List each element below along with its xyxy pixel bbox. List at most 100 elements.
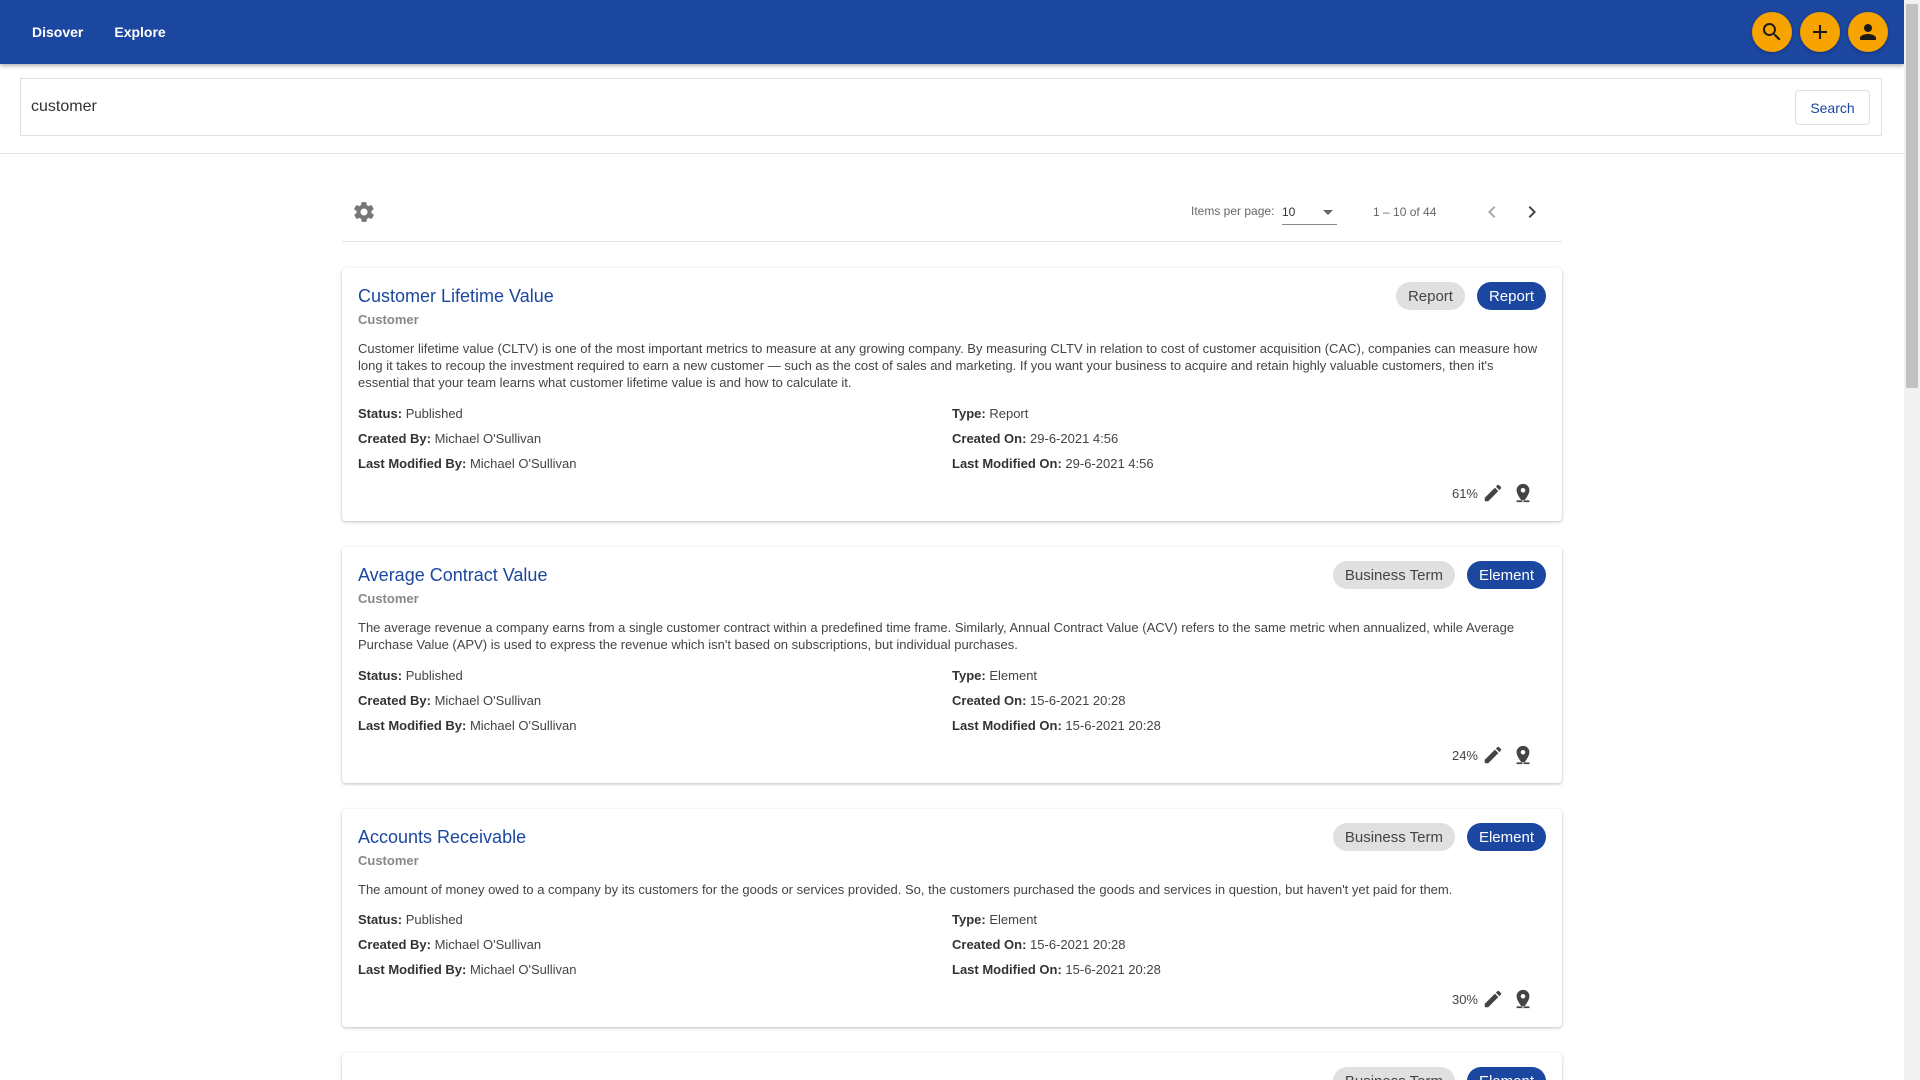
- type-value: Element: [989, 668, 1038, 683]
- meta-row: Last Modified By: Michael O'Sullivan Las…: [358, 958, 1548, 983]
- meta-row: Last Modified By: Michael O'Sullivan Las…: [358, 452, 1548, 477]
- meta-row: Status: Published Type: Element: [358, 664, 1548, 689]
- created-by-label: Created By:: [358, 693, 431, 708]
- type-chip: Element: [1466, 1067, 1546, 1080]
- add-icon: [1813, 25, 1827, 39]
- type-value: Report: [989, 406, 1029, 421]
- items-per-page-select[interactable]: 10: [1282, 203, 1337, 225]
- result-card: Customer Lifetime Value Customer Report …: [342, 268, 1562, 521]
- chevron-right-icon: [1528, 206, 1536, 218]
- last-modified-by-value: Michael O'Sullivan: [469, 962, 577, 977]
- created-on-value: 29-6-2021 4:56: [1030, 431, 1119, 446]
- account-button[interactable]: [1848, 12, 1888, 52]
- last-modified-on-value: 29-6-2021 4:56: [1065, 456, 1154, 471]
- edit-icon[interactable]: [1482, 482, 1504, 504]
- result-chips: Report Report: [1395, 282, 1546, 310]
- created-by-value: Michael O'Sullivan: [434, 431, 542, 446]
- category-chip: Business Term: [1332, 823, 1455, 851]
- created-by-value: Michael O'Sullivan: [434, 937, 542, 952]
- results-panel: Items per page: 10 1 – 10 of 44 Customer…: [342, 190, 1562, 1080]
- result-meta: Status: Published Type: Report Created B…: [358, 402, 1548, 477]
- category-chip: Business Term: [1332, 561, 1455, 589]
- search-submit-button[interactable]: Search: [1795, 90, 1870, 125]
- edit-icon[interactable]: [1482, 744, 1504, 766]
- type-label: Type:: [952, 912, 986, 927]
- location-pin-icon[interactable]: [1512, 482, 1534, 504]
- result-subtitle: Customer: [358, 312, 419, 327]
- edit-icon[interactable]: [1482, 988, 1504, 1010]
- result-footer: 30%: [1452, 988, 1534, 1010]
- search-button[interactable]: [1752, 12, 1792, 52]
- results-toolbar: Items per page: 10 1 – 10 of 44: [342, 190, 1562, 242]
- nav-explore[interactable]: Explore: [114, 24, 165, 40]
- quality-score: 30%: [1451, 991, 1478, 1007]
- search-area: Search: [0, 64, 1904, 154]
- last-modified-by-label: Last Modified By:: [358, 962, 467, 977]
- result-description: Customer lifetime value (CLTV) is one of…: [358, 341, 1538, 390]
- quality-score: 61%: [1451, 485, 1478, 501]
- result-meta: Status: Published Type: Element Created …: [358, 908, 1548, 983]
- result-card: Average Contract Value Customer Business…: [342, 547, 1562, 783]
- status-value: Published: [405, 668, 463, 683]
- meta-row: Status: Published Type: Element: [358, 908, 1548, 933]
- nav-discover[interactable]: Disover: [32, 24, 83, 40]
- created-on-label: Created On:: [952, 431, 1027, 446]
- items-per-page-label: Items per page:: [1191, 204, 1275, 218]
- result-card: Accounts Receivable Customer Business Te…: [342, 809, 1562, 1027]
- result-title[interactable]: Customer Lifetime Value: [358, 286, 554, 307]
- result-meta: Status: Published Type: Element Created …: [358, 664, 1548, 739]
- category-chip: Business Term: [1332, 1067, 1455, 1080]
- last-modified-on-label: Last Modified On:: [952, 962, 1062, 977]
- result-title[interactable]: Accounts Receivable: [358, 827, 526, 848]
- search-box: Search: [20, 78, 1882, 136]
- status-value: Published: [405, 912, 463, 927]
- search-input[interactable]: [31, 95, 1431, 119]
- meta-row: Created By: Michael O'Sullivan Created O…: [358, 689, 1548, 714]
- type-label: Type:: [952, 406, 986, 421]
- created-on-label: Created On:: [952, 937, 1027, 952]
- last-modified-by-label: Last Modified By:: [358, 718, 467, 733]
- pagination-range: 1 – 10 of 44: [1373, 205, 1437, 219]
- items-per-page-value: 10: [1282, 205, 1296, 219]
- chevron-down-icon: [1323, 210, 1333, 215]
- last-modified-on-value: 15-6-2021 20:28: [1065, 962, 1161, 977]
- result-chips: Business Term Element: [1332, 1067, 1546, 1080]
- last-modified-on-value: 15-6-2021 20:28: [1065, 718, 1161, 733]
- result-subtitle: Customer: [358, 853, 419, 868]
- created-by-label: Created By:: [358, 431, 431, 446]
- result-chips: Business Term Element: [1332, 561, 1546, 589]
- meta-row: Created By: Michael O'Sullivan Created O…: [358, 427, 1548, 452]
- chevron-left-icon: [1488, 206, 1496, 218]
- result-title[interactable]: Average Contract Value: [358, 565, 547, 586]
- location-pin-icon[interactable]: [1512, 744, 1534, 766]
- result-card: Business Term Element: [342, 1053, 1562, 1080]
- last-modified-by-value: Michael O'Sullivan: [469, 456, 577, 471]
- status-label: Status:: [358, 668, 403, 683]
- last-modified-by-value: Michael O'Sullivan: [469, 718, 577, 733]
- status-label: Status:: [358, 406, 403, 421]
- result-description: The average revenue a company earns from…: [358, 620, 1515, 652]
- result-description: The amount of money owed to a company by…: [358, 882, 1453, 897]
- page-scrollbar[interactable]: [1904, 0, 1920, 1080]
- quality-score: 24%: [1451, 747, 1478, 763]
- last-modified-on-label: Last Modified On:: [952, 456, 1062, 471]
- created-on-value: 15-6-2021 20:28: [1030, 937, 1126, 952]
- top-navbar: Disover Explore: [0, 0, 1904, 64]
- gear-icon[interactable]: [352, 200, 376, 224]
- next-page-button[interactable]: [1520, 200, 1544, 224]
- top-actions: [1752, 12, 1888, 52]
- meta-row: Created By: Michael O'Sullivan Created O…: [358, 933, 1548, 958]
- previous-page-button[interactable]: [1480, 200, 1504, 224]
- result-footer: 24%: [1452, 744, 1534, 766]
- created-on-label: Created On:: [952, 693, 1027, 708]
- last-modified-by-label: Last Modified By:: [358, 456, 467, 471]
- result-footer: 61%: [1452, 482, 1534, 504]
- category-chip: Report: [1395, 282, 1465, 310]
- scrollbar-thumb[interactable]: [1906, 4, 1918, 388]
- created-by-label: Created By:: [358, 937, 431, 952]
- type-value: Element: [989, 912, 1038, 927]
- status-label: Status:: [358, 912, 403, 927]
- result-subtitle: Customer: [358, 591, 419, 606]
- location-pin-icon[interactable]: [1512, 988, 1534, 1010]
- add-button[interactable]: [1800, 12, 1840, 52]
